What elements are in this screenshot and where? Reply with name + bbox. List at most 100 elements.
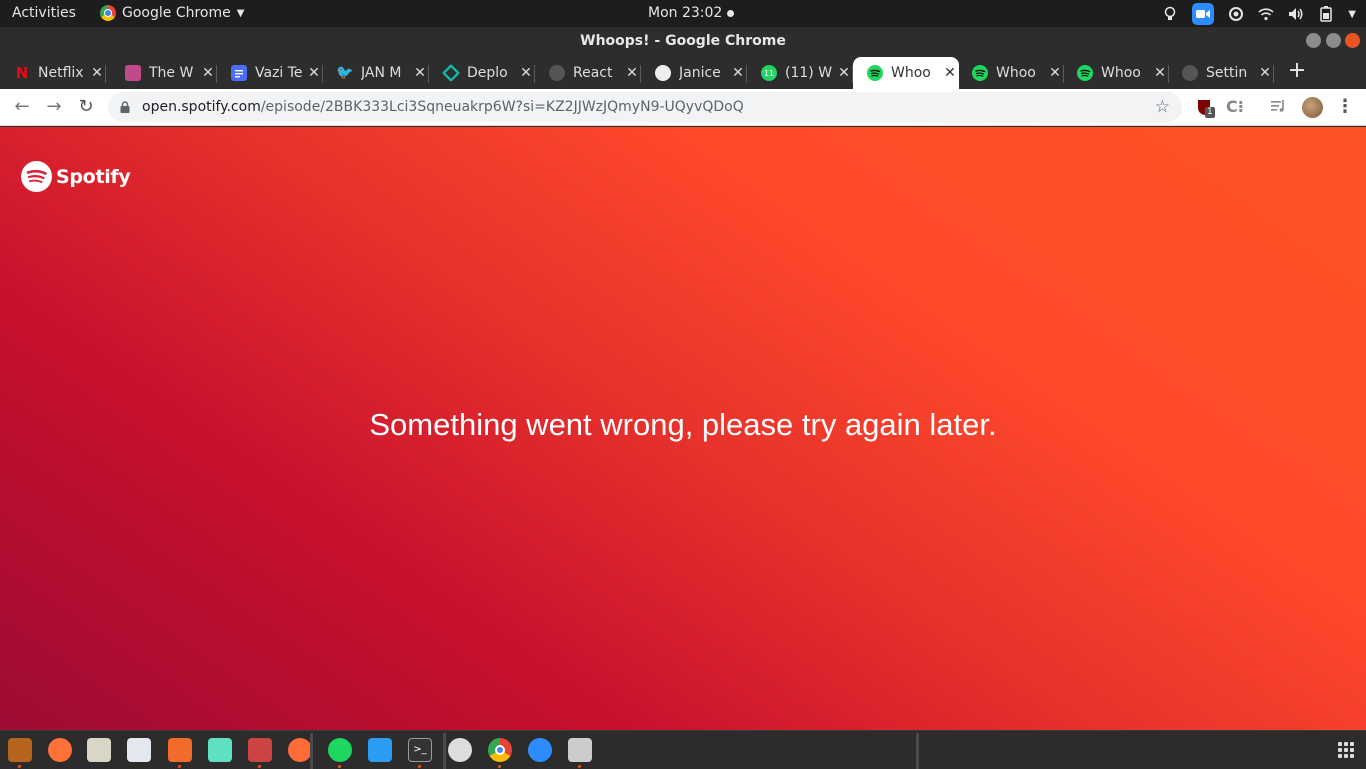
zoom-icon[interactable] bbox=[528, 738, 552, 762]
vscode-icon[interactable] bbox=[368, 738, 392, 762]
maximize-button[interactable] bbox=[1326, 33, 1341, 48]
activities-button[interactable]: Activities bbox=[12, 5, 76, 21]
browser-toolbar: ← → ↻ open.spotify.com/episode/2BBK333Lc… bbox=[0, 89, 1366, 126]
archive-icon[interactable] bbox=[87, 738, 111, 762]
tab-label: Whoo bbox=[996, 65, 1036, 81]
profile-avatar[interactable] bbox=[1302, 97, 1323, 118]
browser-tab[interactable]: Settin ✕ bbox=[1168, 57, 1274, 89]
postman-icon[interactable] bbox=[288, 738, 312, 762]
tab-label: JAN M bbox=[361, 65, 402, 81]
close-tab-icon[interactable]: ✕ bbox=[519, 65, 533, 81]
ublock-extension-icon[interactable]: 1 bbox=[1196, 98, 1215, 118]
dock-separator bbox=[443, 733, 446, 769]
spotify-wordmark: Spotify bbox=[56, 165, 131, 188]
docs-icon bbox=[231, 65, 247, 81]
lock-icon[interactable] bbox=[120, 101, 130, 113]
close-tab-icon[interactable]: ✕ bbox=[413, 65, 427, 81]
wifi-icon[interactable] bbox=[1258, 6, 1274, 22]
spotify-icon bbox=[21, 161, 52, 192]
close-tab-icon[interactable]: ✕ bbox=[1153, 65, 1167, 81]
bookmark-star-icon[interactable]: ☆ bbox=[1155, 97, 1170, 117]
show-applications-icon[interactable] bbox=[1338, 742, 1354, 758]
ublock-badge: 1 bbox=[1205, 107, 1215, 118]
system-tray: ▼ bbox=[1162, 3, 1356, 25]
browser-tab[interactable]: Vazi Te ✕ bbox=[217, 57, 323, 89]
browser-tab[interactable]: 🐦 JAN M ✕ bbox=[323, 57, 429, 89]
back-button[interactable]: ← bbox=[11, 96, 33, 118]
spotify-logo[interactable]: Spotify bbox=[21, 161, 131, 192]
tab-label: Netflix bbox=[38, 65, 84, 81]
generic-site-icon bbox=[125, 65, 141, 81]
tab-strip: N Netflix ✕ The W ✕ Vazi Te ✕ 🐦 JAN M ✕ Deplo ✕ Reac… bbox=[0, 55, 1366, 89]
browser-tab[interactable]: Janice ✕ bbox=[641, 57, 747, 89]
inkscape-icon[interactable] bbox=[448, 738, 472, 762]
tab-label: The W bbox=[149, 65, 194, 81]
spotify-error-page: Spotify Something went wrong, please try… bbox=[0, 127, 1366, 730]
globe-icon bbox=[549, 65, 565, 81]
browser-tab[interactable]: Deplo ✕ bbox=[429, 57, 535, 89]
extension-icon[interactable]: C⁝ bbox=[1226, 98, 1244, 116]
close-window-button[interactable] bbox=[1345, 33, 1360, 48]
tab-label: Settin bbox=[1206, 65, 1248, 81]
close-tab-icon[interactable]: ✕ bbox=[1258, 65, 1272, 81]
browser-tab[interactable]: The W ✕ bbox=[111, 57, 217, 89]
error-message: Something went wrong, please try again l… bbox=[369, 407, 997, 442]
tab-label: Whoo bbox=[891, 65, 931, 81]
tab-separator bbox=[1273, 65, 1274, 83]
close-tab-icon[interactable]: ✕ bbox=[625, 65, 639, 81]
zoom-tray-icon[interactable] bbox=[1192, 3, 1215, 25]
ubuntu-dock: >_ bbox=[0, 730, 1366, 769]
new-tab-button[interactable]: + bbox=[1286, 59, 1308, 83]
forward-button[interactable]: → bbox=[43, 96, 65, 118]
terminal-icon[interactable]: >_ bbox=[408, 738, 432, 762]
chevron-down-icon: ▼ bbox=[236, 7, 245, 19]
battery-icon[interactable] bbox=[1318, 6, 1334, 22]
files-icon[interactable] bbox=[8, 738, 32, 762]
lightbulb-icon[interactable] bbox=[1162, 6, 1178, 22]
close-tab-icon[interactable]: ✕ bbox=[837, 65, 851, 81]
media-icon[interactable] bbox=[248, 738, 272, 762]
whatsapp-icon: 11 bbox=[761, 65, 777, 81]
software-icon[interactable] bbox=[168, 738, 192, 762]
more-menu-icon[interactable]: ⋮ bbox=[1334, 96, 1356, 118]
browser-tab[interactable]: Whoo ✕ bbox=[853, 57, 959, 89]
spotify-icon bbox=[972, 65, 988, 81]
browser-tab[interactable]: 11 (11) W ✕ bbox=[747, 57, 853, 89]
minimize-button[interactable] bbox=[1306, 33, 1321, 48]
clock[interactable]: Mon 23:02 bbox=[648, 5, 735, 21]
close-tab-icon[interactable]: ✕ bbox=[201, 65, 215, 81]
close-tab-icon[interactable]: ✕ bbox=[1048, 65, 1062, 81]
media-controls-icon[interactable] bbox=[1270, 98, 1288, 116]
close-tab-icon[interactable]: ✕ bbox=[731, 65, 745, 81]
close-tab-icon[interactable]: ✕ bbox=[943, 65, 957, 81]
circle-indicator-icon[interactable] bbox=[1228, 6, 1244, 22]
document-icon[interactable] bbox=[127, 738, 151, 762]
close-tab-icon[interactable]: ✕ bbox=[90, 65, 104, 81]
window-title: Whoops! - Google Chrome bbox=[580, 33, 786, 49]
browser-tab[interactable]: Whoo ✕ bbox=[1063, 57, 1169, 89]
spotify-icon bbox=[1077, 65, 1093, 81]
system-menu-chevron-icon[interactable]: ▼ bbox=[1348, 9, 1356, 20]
browser-tab[interactable]: N Netflix ✕ bbox=[0, 57, 106, 89]
close-tab-icon[interactable]: ✕ bbox=[307, 65, 321, 81]
url-text: open.spotify.com/episode/2BBK333Lci3Sqne… bbox=[142, 99, 744, 115]
tab-label: React bbox=[573, 65, 613, 81]
app-menu[interactable]: Google Chrome ▼ bbox=[100, 5, 244, 21]
url-host: open.spotify.com bbox=[142, 99, 261, 115]
system-top-bar: Activities Google Chrome ▼ Mon 23:02 ▼ bbox=[0, 0, 1366, 27]
firefox-icon[interactable] bbox=[48, 738, 72, 762]
github-icon bbox=[655, 65, 671, 81]
address-bar[interactable]: open.spotify.com/episode/2BBK333Lci3Sqne… bbox=[108, 92, 1182, 122]
netflix-icon: N bbox=[15, 64, 29, 82]
volume-icon[interactable] bbox=[1288, 6, 1304, 22]
tab-label: (11) W bbox=[785, 65, 833, 81]
browser-tab[interactable]: Whoo ✕ bbox=[958, 57, 1064, 89]
app-icon[interactable] bbox=[208, 738, 232, 762]
tab-label: Vazi Te bbox=[255, 65, 303, 81]
reload-button[interactable]: ↻ bbox=[75, 96, 97, 118]
spotify-icon[interactable] bbox=[328, 738, 352, 762]
scanner-icon[interactable] bbox=[568, 738, 592, 762]
deploy-icon bbox=[441, 63, 461, 83]
chrome-icon[interactable] bbox=[488, 738, 512, 762]
browser-tab[interactable]: React ✕ bbox=[535, 57, 641, 89]
